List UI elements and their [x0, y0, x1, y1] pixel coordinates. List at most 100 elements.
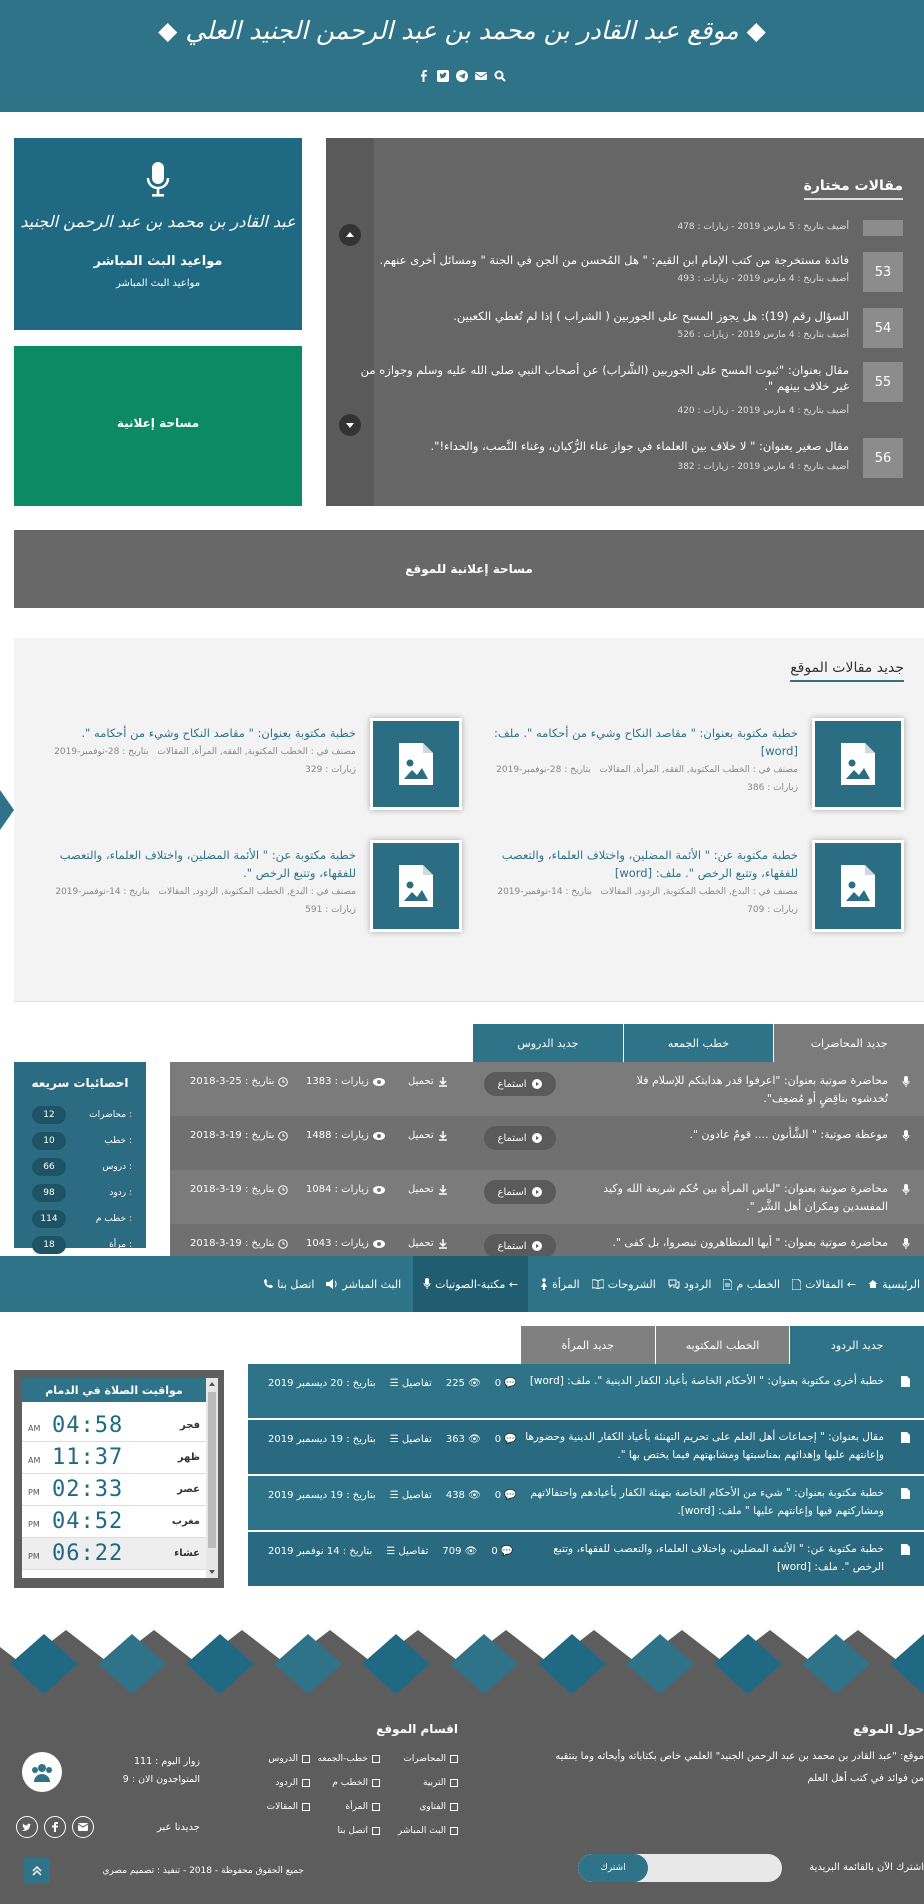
audio-row[interactable]: محاضرة صوتية بعنوان: " أيها المتظاهرون ت…: [170, 1224, 924, 1256]
nav-home[interactable]: الرئيسية: [868, 1278, 920, 1291]
audio-title[interactable]: محاضرة صوتية بعنوان: "اعرفوا قدر هدايتكم…: [598, 1072, 888, 1108]
featured-item[interactable]: 54 السؤال رقم (19): هل يجوز المسح على ال…: [353, 308, 903, 354]
article-thumbnail[interactable]: [812, 840, 904, 932]
reply-title[interactable]: خطبة مكتوبة بعنوان: " شيء من الأحكام الخ…: [524, 1484, 884, 1520]
article-card[interactable]: خطبة مكتوبة بعنوان: " مقاصد النكاح وشيء …: [479, 718, 904, 814]
download-link[interactable]: تحميل: [408, 1184, 448, 1195]
nav-articles[interactable]: المقالات ←: [792, 1278, 856, 1291]
item-title[interactable]: مقال بعنوان: "ثبوت المسح على الجوربين (ا…: [349, 362, 849, 394]
envelope-icon[interactable]: [72, 1816, 94, 1838]
download-link[interactable]: تحميل: [408, 1238, 448, 1249]
listen-button[interactable]: استماع: [484, 1126, 556, 1150]
reply-row[interactable]: مقال بعنوان: " إجماعات أهل العلم على تحر…: [248, 1420, 924, 1474]
nav-audio-library[interactable]: مكتبة-الصوتيات ←: [413, 1256, 529, 1312]
twitter-icon[interactable]: [16, 1816, 38, 1838]
tab-new-women[interactable]: جديد المرأة: [520, 1326, 655, 1364]
document-icon: [901, 1376, 910, 1387]
tab-new-replies[interactable]: جديد الردود: [789, 1326, 924, 1364]
nav-women[interactable]: المرأة: [540, 1278, 580, 1291]
featured-articles-panel: مقالات مختارة أضيف بتاريخ : 5 مارس 2019 …: [326, 138, 924, 506]
tab-written-sermons[interactable]: الخطب المكتوبه: [654, 1326, 790, 1364]
details-link[interactable]: ☰ تفاصيل: [390, 1378, 432, 1389]
audio-row[interactable]: محاضرة صوتية بعنوان: "لباس المرأة بين حُ…: [170, 1170, 924, 1224]
article-thumbnail[interactable]: [812, 718, 904, 810]
article-title[interactable]: خطبة مكتوبة بعنوان: " مقاصد النكاح وشيء …: [478, 724, 798, 760]
envelope-icon[interactable]: [475, 70, 487, 82]
reply-title[interactable]: مقال بعنوان: " إجماعات أهل العلم على تحر…: [524, 1428, 884, 1464]
prayer-scrollbar[interactable]: [206, 1378, 218, 1578]
featured-item[interactable]: 56 مقال صغير بعنوان: " لا خلاف بين العلم…: [353, 438, 903, 484]
live-broadcast-box[interactable]: عبد القادر بن محمد بن عبد الرحمن الجنيد …: [14, 138, 302, 330]
footer-category-link[interactable]: الخطب م: [332, 1778, 380, 1788]
footer-category-link[interactable]: المرأة: [345, 1802, 380, 1812]
article-title[interactable]: خطبة مكتوبة عن: " الأئمة المضلين، واختلا…: [478, 846, 798, 882]
back-to-top-button[interactable]: [24, 1858, 50, 1884]
nav-live[interactable]: البث المباشر: [326, 1278, 401, 1291]
nav-written-sermons[interactable]: الخطب م: [723, 1278, 780, 1291]
footer-category-link[interactable]: خطب-الجمعه: [318, 1754, 380, 1764]
footer-category-link[interactable]: الردود: [275, 1778, 310, 1788]
article-title[interactable]: خطبة مكتوبة بعنوان: " مقاصد النكاح وشيء …: [36, 724, 356, 742]
tab-new-lectures[interactable]: جديد المحاضرات: [773, 1024, 924, 1062]
nav-contact[interactable]: اتصل بنا: [263, 1278, 314, 1291]
site-ad-banner[interactable]: مساحة إعلانية للموقع: [14, 530, 924, 608]
stat-row: 10 خطب :: [32, 1132, 132, 1150]
footer-category-link[interactable]: الدروس: [268, 1754, 310, 1764]
reply-title[interactable]: خطبة مكتوبة عن: " الأئمة المضلين، واختلا…: [524, 1540, 884, 1576]
article-card[interactable]: خطبة مكتوبة عن: " الأئمة المضلين، واختلا…: [37, 840, 462, 936]
article-thumbnail[interactable]: [370, 718, 462, 810]
details-link[interactable]: ☰ تفاصيل: [386, 1546, 428, 1557]
item-title[interactable]: فائدة مستخرجة من كتب الإمام ابن القيم: "…: [349, 252, 849, 268]
search-icon[interactable]: [494, 70, 506, 82]
listen-button[interactable]: استماع: [484, 1072, 556, 1096]
telegram-icon[interactable]: [456, 70, 468, 82]
audio-title[interactable]: محاضرة صوتية بعنوان: "لباس المرأة بين حُ…: [598, 1180, 888, 1216]
footer-category-link[interactable]: التربية: [423, 1778, 458, 1788]
footer-category-link[interactable]: المقالات: [267, 1802, 310, 1812]
nav-explanations[interactable]: الشروحات: [591, 1278, 656, 1291]
site-title[interactable]: ◆ موقع عبد القادر بن محمد بن عبد الرحمن …: [0, 16, 924, 45]
article-visits: زيارات : 386: [747, 783, 798, 793]
subscribe-button[interactable]: اشترك: [578, 1854, 648, 1882]
footer-category-link[interactable]: البث المباشر: [398, 1826, 458, 1836]
featured-item[interactable]: 55 مقال بعنوان: "ثبوت المسح على الجوربين…: [353, 362, 903, 422]
item-title[interactable]: السؤال رقم (19): هل يجوز المسح على الجور…: [349, 308, 849, 324]
article-card[interactable]: خطبة مكتوبة عن: " الأئمة المضلين، واختلا…: [479, 840, 904, 936]
download-link[interactable]: تحميل: [408, 1076, 448, 1087]
date-label: بتاريخ : 14 نوفمبر 2019: [268, 1546, 373, 1557]
featured-item[interactable]: 53 فائدة مستخرجة من كتب الإمام ابن القيم…: [353, 252, 903, 298]
reply-row[interactable]: خطبة مكتوبة عن: " الأئمة المضلين، واختلا…: [248, 1532, 924, 1586]
reply-row[interactable]: خطبة أخرى مكتوبة بعنوان: " الأحكام الخاص…: [248, 1364, 924, 1418]
audio-title[interactable]: محاضرة صوتية بعنوان: " أيها المتظاهرون ت…: [598, 1234, 888, 1252]
ad-space-box[interactable]: مساحة إعلانية: [14, 346, 302, 506]
tab-new-lessons[interactable]: جديد الدروس: [472, 1024, 623, 1062]
article-thumbnail[interactable]: [370, 840, 462, 932]
reply-title[interactable]: خطبة أخرى مكتوبة بعنوان: " الأحكام الخاص…: [524, 1372, 884, 1390]
article-card[interactable]: خطبة مكتوبة بعنوان: " مقاصد النكاح وشيء …: [37, 718, 462, 814]
details-link[interactable]: ☰ تفاصيل: [390, 1490, 432, 1501]
listen-button[interactable]: استماع: [484, 1234, 556, 1256]
audio-row[interactable]: محاضرة صوتية بعنوان: "اعرفوا قدر هدايتكم…: [170, 1062, 924, 1116]
listen-button[interactable]: استماع: [484, 1180, 556, 1204]
reply-row[interactable]: خطبة مكتوبة بعنوان: " شيء من الأحكام الخ…: [248, 1476, 924, 1530]
item-title[interactable]: مقال صغير بعنوان: " لا خلاف بين العلماء …: [349, 438, 850, 454]
footer-category-link[interactable]: الفتاوى: [419, 1802, 458, 1812]
prayer-times-widget: مواقيت الصلاة في الدمام AM 04:58 فجر AM 11:…: [14, 1370, 224, 1588]
side-tab-arrow[interactable]: [0, 790, 14, 830]
twitter-icon[interactable]: [437, 70, 449, 82]
facebook-icon[interactable]: [44, 1816, 66, 1838]
newsletter-email-input[interactable]: اشترك: [578, 1854, 782, 1882]
audio-title[interactable]: موعظة صوتية: " الشَّأنون .... قومٌ عادون…: [598, 1126, 889, 1144]
facebook-icon[interactable]: [418, 70, 430, 82]
audio-row[interactable]: موعظة صوتية: " الشَّأنون .... قومٌ عادون…: [170, 1116, 924, 1170]
details-link[interactable]: ☰ تفاصيل: [390, 1434, 432, 1445]
date-label: بتاريخ : 19-3-2018: [190, 1238, 289, 1249]
nav-replies[interactable]: الردود: [668, 1278, 711, 1291]
footer-category-link[interactable]: المحاضرات: [403, 1754, 458, 1764]
document-icon: [792, 1278, 802, 1290]
visitors-today: زوار اليوم : 111: [134, 1756, 200, 1767]
tab-friday-sermons[interactable]: خطب الجمعه: [622, 1024, 774, 1062]
article-title[interactable]: خطبة مكتوبة عن: " الأئمة المضلين، واختلا…: [36, 846, 356, 882]
download-link[interactable]: تحميل: [408, 1130, 448, 1141]
footer-category-link[interactable]: اتصل بنا: [338, 1826, 380, 1836]
